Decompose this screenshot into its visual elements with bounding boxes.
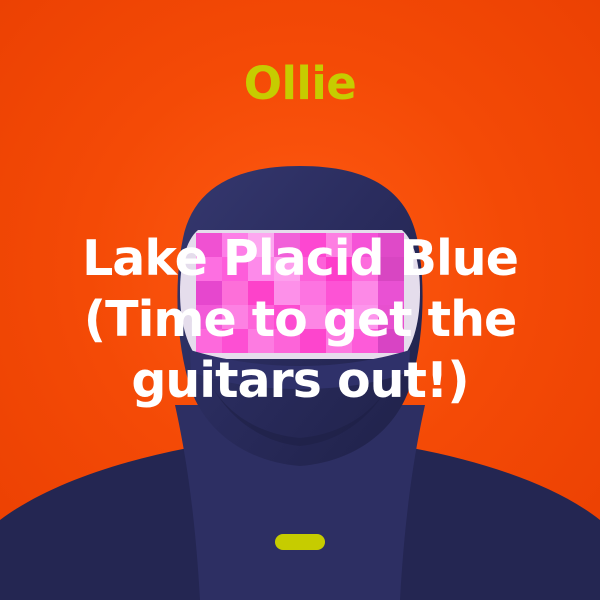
- artist-name: Ollie: [243, 57, 357, 110]
- song-title-line-2: (Time to get the: [83, 291, 517, 348]
- album-cover: Ollie Lake Placid Blue (Time to get the …: [0, 0, 600, 600]
- song-title-line-3: guitars out!): [131, 352, 469, 409]
- pill-indicator: [275, 534, 325, 550]
- song-title-line-1: Lake Placid Blue: [82, 230, 519, 287]
- song-title: Lake Placid Blue (Time to get the guitar…: [0, 228, 600, 411]
